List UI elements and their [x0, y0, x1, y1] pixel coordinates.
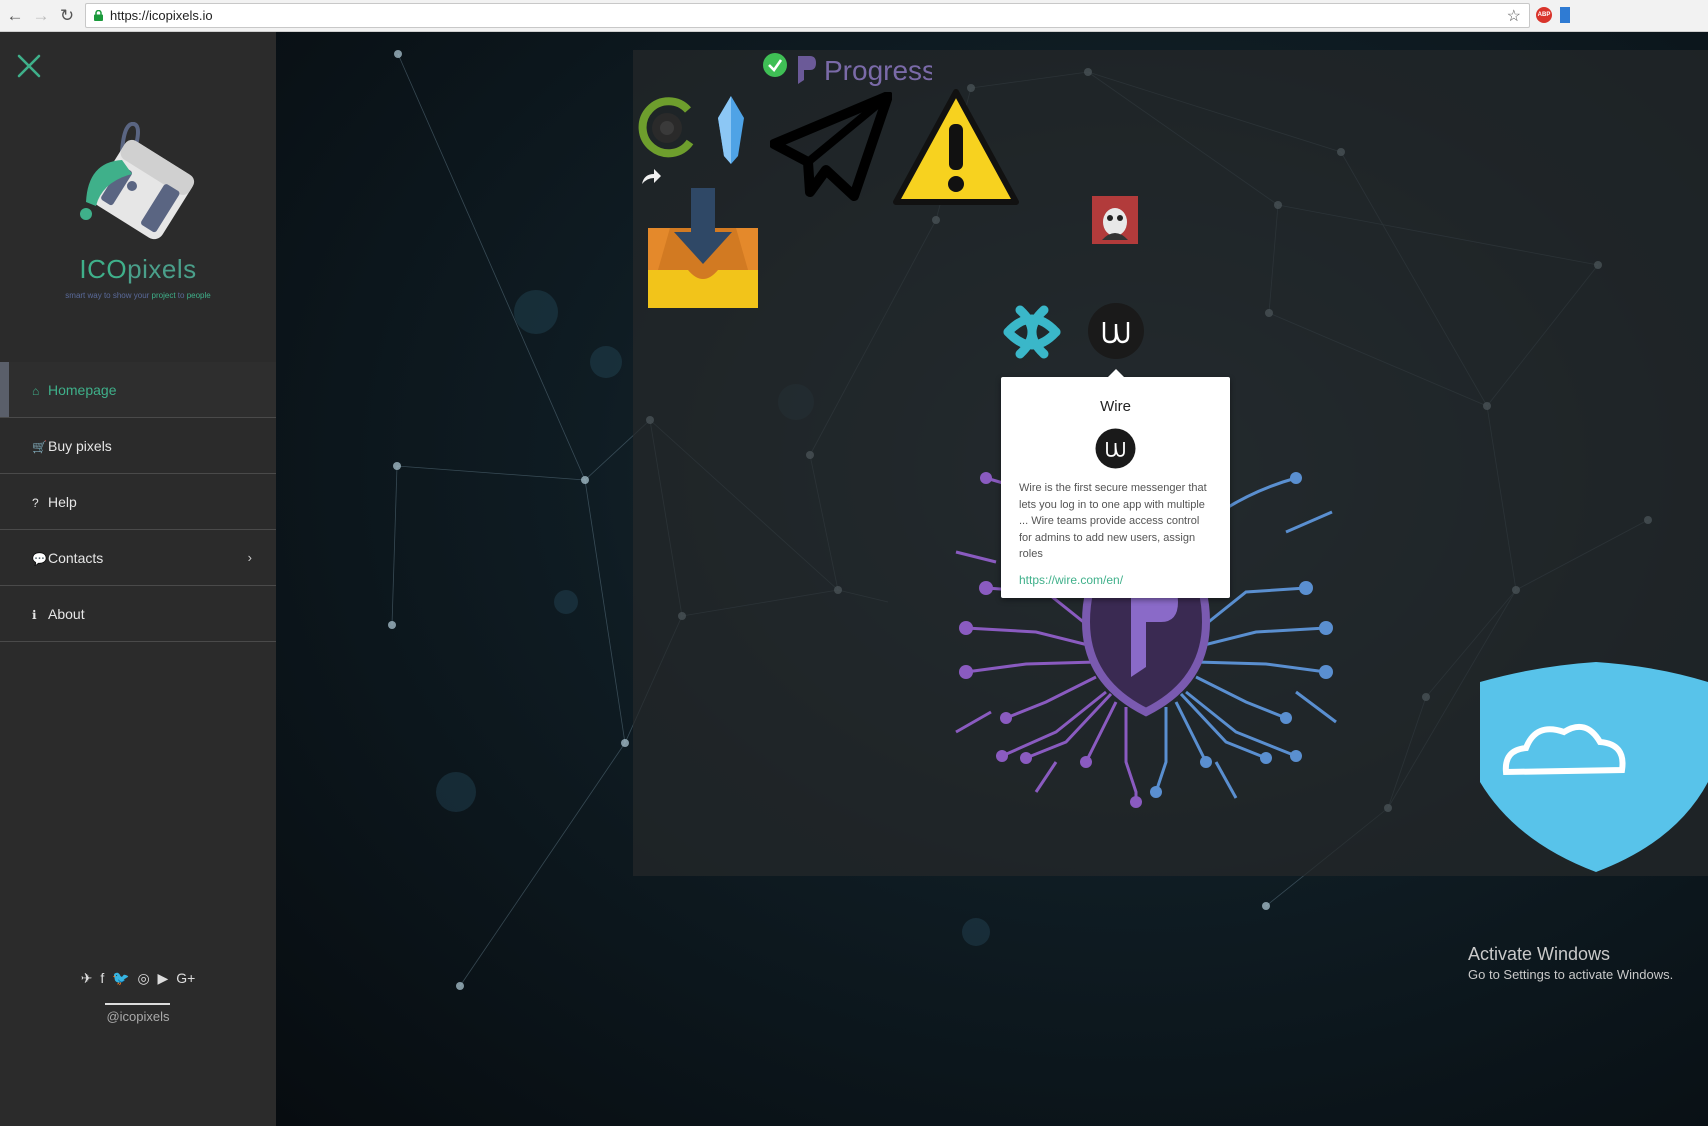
wire-logo-icon[interactable]	[1087, 302, 1145, 360]
warning-icon[interactable]	[892, 88, 1020, 206]
tooltip-title: Wire	[1100, 398, 1131, 415]
watermark-title: Activate Windows	[1468, 944, 1611, 964]
facebook-icon[interactable]: f	[100, 970, 104, 986]
chevron-right-icon: ›	[247, 550, 252, 565]
tagline-highlight: project	[151, 291, 176, 300]
sidebar-menu: ⌂ Homepage 🛒Buy pixels ? Help 💬Contacts › …	[0, 362, 276, 642]
telegram-icon[interactable]: ✈	[81, 970, 93, 987]
brand-ico: ICO	[79, 254, 128, 284]
teal-knot-logo-icon[interactable]	[1000, 302, 1064, 362]
tagline-part: smart way	[65, 291, 102, 300]
pixel-canvas: Progress Wire Wire is the first secure m…	[276, 32, 1708, 1126]
tagline-part: to	[175, 291, 187, 300]
url-text: https://icopixels.io	[110, 8, 213, 23]
lock-icon	[94, 10, 103, 21]
sidebar-item-label: About	[48, 606, 85, 622]
bookmark-star-icon[interactable]: ☆	[1507, 6, 1521, 26]
share-arrow-icon[interactable]	[640, 168, 662, 186]
progress-ad-label: Progress	[824, 55, 932, 86]
sidebar-item-homepage[interactable]: ⌂ Homepage	[0, 362, 276, 418]
progress-ad[interactable]: Progress	[762, 50, 932, 90]
info-icon: ℹ	[32, 608, 37, 622]
chat-icon: 💬	[32, 552, 47, 566]
social-handle: @icopixels	[106, 1009, 170, 1024]
watermark-subtitle: Go to Settings to activate Windows.	[1468, 967, 1674, 982]
divider	[105, 1003, 170, 1005]
sidebar-item-label: Help	[48, 494, 77, 510]
brand-pixels: pixels	[127, 254, 197, 284]
question-icon: ?	[32, 496, 39, 510]
sidebar-item-help[interactable]: ? Help	[0, 474, 276, 530]
paper-plane-icon[interactable]	[770, 92, 892, 204]
sidebar-item-buy-pixels[interactable]: 🛒Buy pixels	[0, 418, 276, 474]
cloud-shield-icon[interactable]	[1476, 662, 1708, 872]
forward-arrow-icon[interactable]: →	[30, 5, 52, 27]
reload-icon[interactable]: ↻	[56, 5, 78, 27]
lemur-avatar-icon[interactable]	[1092, 196, 1138, 244]
inbox-download-icon[interactable]	[648, 188, 758, 308]
c-ring-logo-icon[interactable]	[636, 96, 698, 160]
home-icon: ⌂	[32, 384, 40, 398]
tagline-highlight: people	[186, 291, 211, 300]
sidebar-item-contacts[interactable]: 💬Contacts ›	[0, 530, 276, 586]
address-bar[interactable]: https://icopixels.io ☆	[85, 3, 1530, 28]
extension-icon[interactable]	[1560, 7, 1570, 23]
sidebar: ICOpixels smart way to show your project…	[0, 32, 276, 1126]
tagline: smart way to show your project to people	[0, 291, 276, 300]
sidebar-item-label: Contacts	[48, 550, 104, 566]
sidebar-item-label: Buy pixels	[48, 438, 112, 454]
tagline-part: to show your	[101, 291, 152, 300]
wire-logo-icon	[1095, 428, 1136, 469]
sidebar-item-about[interactable]: ℹ About	[0, 586, 276, 642]
youtube-icon[interactable]: ▶	[158, 970, 169, 987]
tooltip-description: Wire is the first secure messenger that …	[1019, 482, 1207, 560]
close-icon[interactable]	[17, 54, 41, 78]
activate-windows-watermark: Activate Windows Go to Settings to activ…	[1468, 944, 1673, 982]
cart-icon: 🛒	[32, 440, 47, 454]
instagram-icon[interactable]: ◎	[137, 970, 149, 987]
project-tooltip: Wire Wire is the first secure messenger …	[1001, 369, 1230, 598]
tooltip-link[interactable]: https://wire.com/en/	[1019, 573, 1123, 587]
adblock-extension-icon[interactable]: ABP	[1536, 7, 1552, 23]
sidebar-item-label: Homepage	[48, 382, 117, 398]
icopixels-logo	[80, 122, 195, 240]
google-plus-icon[interactable]: G+	[176, 970, 195, 986]
brand-name: ICOpixels	[0, 254, 276, 285]
crystal-icon[interactable]	[716, 96, 746, 164]
social-links: ✈ f 🐦 ◎ ▶ G+	[0, 970, 276, 987]
twitter-icon[interactable]: 🐦	[112, 970, 129, 987]
browser-toolbar: ← → ↻ https://icopixels.io ☆ ABP	[0, 0, 1708, 32]
back-arrow-icon[interactable]: ←	[4, 5, 26, 27]
